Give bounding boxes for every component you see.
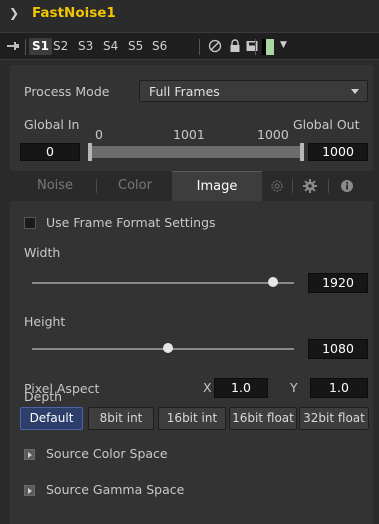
slot-s1-button[interactable]: S1 <box>29 38 52 55</box>
lock-icon[interactable] <box>228 39 242 53</box>
settings-ring-icon[interactable] <box>270 179 284 193</box>
source-gamma-space-expand-icon[interactable] <box>24 485 35 496</box>
pixel-aspect-y-field[interactable]: 1.0 <box>310 378 368 398</box>
width-slider-track[interactable] <box>32 282 294 284</box>
range-scale-max: 1000 <box>257 127 289 142</box>
depth-8bit-int-button[interactable]: 8bit int <box>88 407 154 430</box>
source-gamma-space-section[interactable]: Source Gamma Space <box>46 482 184 497</box>
tab-image[interactable]: Image <box>172 171 262 201</box>
toolbar-separator <box>255 39 256 55</box>
gear-icon[interactable] <box>302 178 318 194</box>
depth-label: Depth <box>24 389 63 404</box>
toolbar-separator <box>199 39 200 55</box>
width-label: Width <box>24 245 61 260</box>
depth-16bit-float-button[interactable]: 16bit float <box>229 407 297 430</box>
collapse-chevron-icon[interactable]: ❯ <box>9 6 19 20</box>
toolbar-separator <box>25 39 26 55</box>
range-scale-min: 0 <box>95 127 103 142</box>
tool-title: FastNoise1 <box>32 5 116 21</box>
global-out-handle[interactable] <box>300 143 304 161</box>
tab-bar: Noise Color Image <box>10 171 373 201</box>
height-label: Height <box>24 314 66 329</box>
process-mode-value: Full Frames <box>149 84 220 99</box>
pin-icon[interactable] <box>7 41 19 51</box>
source-color-space-section[interactable]: Source Color Space <box>46 446 168 461</box>
global-range-bar[interactable] <box>88 146 304 158</box>
process-mode-label: Process Mode <box>24 84 110 99</box>
range-scale-mid: 1001 <box>173 127 205 142</box>
source-color-space-expand-icon[interactable] <box>24 449 35 460</box>
global-in-label: Global In <box>24 117 80 132</box>
slot-s3-button[interactable]: S3 <box>78 39 93 53</box>
global-in-field[interactable]: 0 <box>20 143 80 161</box>
width-field[interactable]: 1920 <box>308 273 368 293</box>
width-slider-knob[interactable] <box>268 277 279 287</box>
depth-16bit-int-button[interactable]: 16bit int <box>158 407 226 430</box>
title-bar: ❯ FastNoise1 <box>0 0 379 30</box>
pixel-aspect-y-label: Y <box>290 380 298 395</box>
tab-separator <box>292 179 293 193</box>
chevron-down-icon <box>351 89 359 94</box>
use-frame-format-checkbox[interactable] <box>24 217 36 229</box>
pixel-aspect-x-label: X <box>203 380 212 395</box>
tab-separator <box>328 179 329 193</box>
slot-s5-button[interactable]: S5 <box>128 39 143 53</box>
process-mode-dropdown[interactable]: Full Frames <box>139 80 368 102</box>
tab-noise[interactable]: Noise <box>10 171 100 201</box>
color-swatch[interactable] <box>262 39 274 55</box>
slot-s4-button[interactable]: S4 <box>103 39 118 53</box>
use-frame-format-label: Use Frame Format Settings <box>46 215 216 230</box>
global-out-field[interactable]: 1000 <box>308 143 368 161</box>
slot-s2-button[interactable]: S2 <box>53 39 68 53</box>
global-out-label: Global Out <box>293 117 360 132</box>
disable-icon[interactable] <box>208 39 222 53</box>
save-icon[interactable] <box>245 39 259 53</box>
tab-separator <box>96 179 97 193</box>
pixel-aspect-x-field[interactable]: 1.0 <box>214 378 268 398</box>
tab-color[interactable]: Color <box>100 171 170 201</box>
height-field[interactable]: 1080 <box>308 339 368 359</box>
depth-32bit-float-button[interactable]: 32bit float <box>299 407 369 430</box>
slot-s6-button[interactable]: S6 <box>152 39 167 53</box>
global-in-handle[interactable] <box>88 143 92 161</box>
swatch-dropdown-icon[interactable]: ▼ <box>280 40 287 50</box>
depth-default-button[interactable]: Default <box>20 407 83 430</box>
info-icon[interactable] <box>340 179 354 193</box>
tool-toolbar: S1 S2 S3 S4 S5 S6 ▼ <box>0 32 379 60</box>
